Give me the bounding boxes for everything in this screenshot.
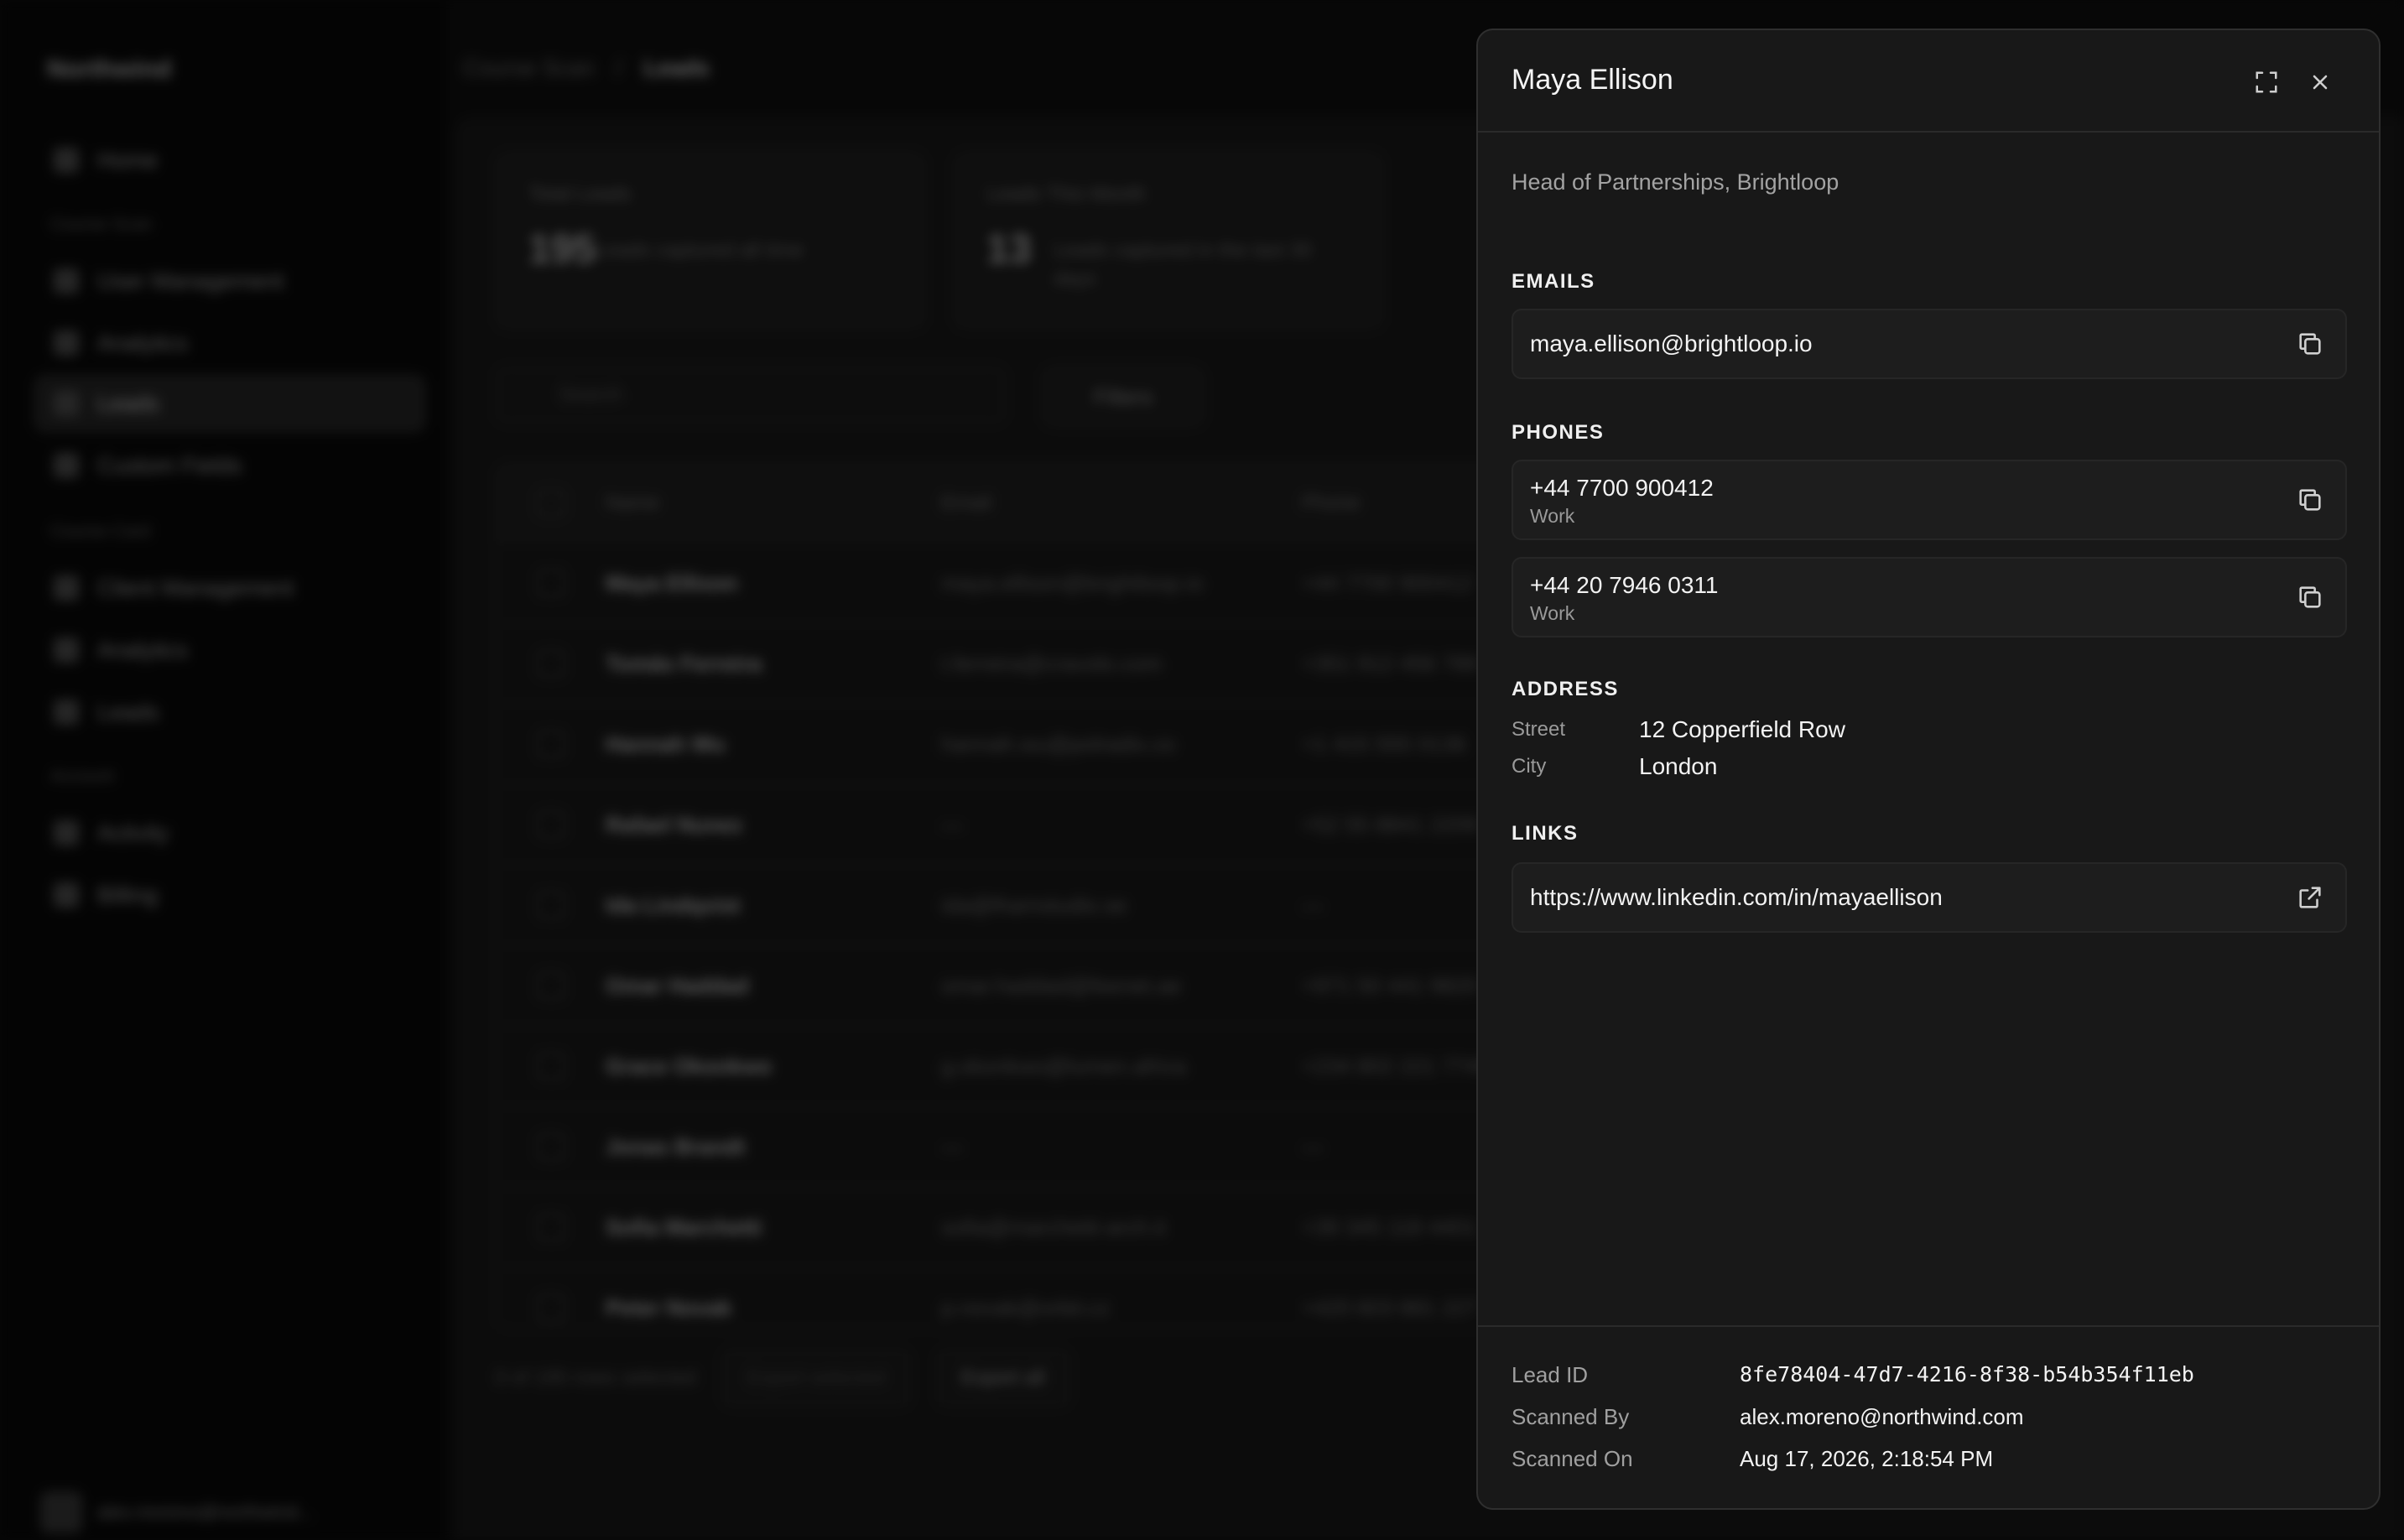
street-label: Street (1512, 718, 1566, 741)
phone-type: Work (1530, 602, 1575, 624)
expand-icon (2256, 71, 2277, 93)
links-section-title: LINKS (1512, 822, 1579, 845)
close-icon (2313, 75, 2328, 90)
lead-metadata: Lead ID 8fe78404-47d7-4216-8f38-b54b354f… (1478, 1325, 2379, 1508)
scanned-on-value: Aug 17, 2026, 2:18:54 PM (1740, 1446, 1994, 1471)
phone-card: +44 7700 900412 Work (1512, 460, 2347, 540)
scanned-on-label: Scanned On (1512, 1446, 1633, 1471)
expand-button[interactable] (2250, 65, 2283, 99)
phone-card: +44 20 7946 0311 Work (1512, 557, 2347, 637)
phone-number[interactable]: +44 7700 900412 (1530, 475, 1714, 502)
copy-icon (2299, 333, 2321, 355)
email-value[interactable]: maya.ellison@brightloop.io (1530, 330, 1813, 357)
lead-headline: Head of Partnerships, Brightloop (1512, 169, 1839, 195)
copy-email-button[interactable] (2293, 327, 2327, 361)
copy-phone-button[interactable] (2293, 580, 2327, 614)
city-label: City (1512, 755, 1547, 778)
scanned-by-label: Scanned By (1512, 1404, 1630, 1429)
lead-id-value: 8fe78404-47d7-4216-8f38-b54b354f11eb (1740, 1362, 2194, 1387)
copy-icon (2299, 586, 2321, 608)
lead-id-label: Lead ID (1512, 1362, 1589, 1387)
street-value: 12 Copperfield Row (1639, 716, 1845, 742)
external-link-icon (2299, 887, 2321, 908)
link-card: https://www.linkedin.com/in/mayaellison (1512, 862, 2347, 933)
phone-number[interactable]: +44 20 7946 0311 (1530, 572, 1718, 599)
phone-type: Work (1530, 505, 1575, 527)
open-link-button[interactable] (2293, 881, 2327, 914)
link-value[interactable]: https://www.linkedin.com/in/mayaellison (1530, 884, 1943, 911)
lead-name: Maya Ellison (1512, 64, 1673, 96)
scanned-by-value: alex.moreno@northwind.com (1740, 1404, 2024, 1429)
city-value: London (1639, 753, 1718, 779)
phones-section-title: PHONES (1512, 421, 1605, 444)
panel-header: Maya Ellison (1478, 30, 2379, 133)
copy-icon (2299, 489, 2321, 511)
emails-section-title: EMAILS (1512, 270, 1595, 293)
lead-detail-panel: Maya Ellison Head of Partnerships, Brigh… (1476, 29, 2381, 1510)
email-card: maya.ellison@brightloop.io (1512, 309, 2347, 379)
copy-phone-button[interactable] (2293, 483, 2327, 517)
address-section-title: ADDRESS (1512, 678, 1619, 700)
close-button[interactable] (2303, 65, 2337, 99)
